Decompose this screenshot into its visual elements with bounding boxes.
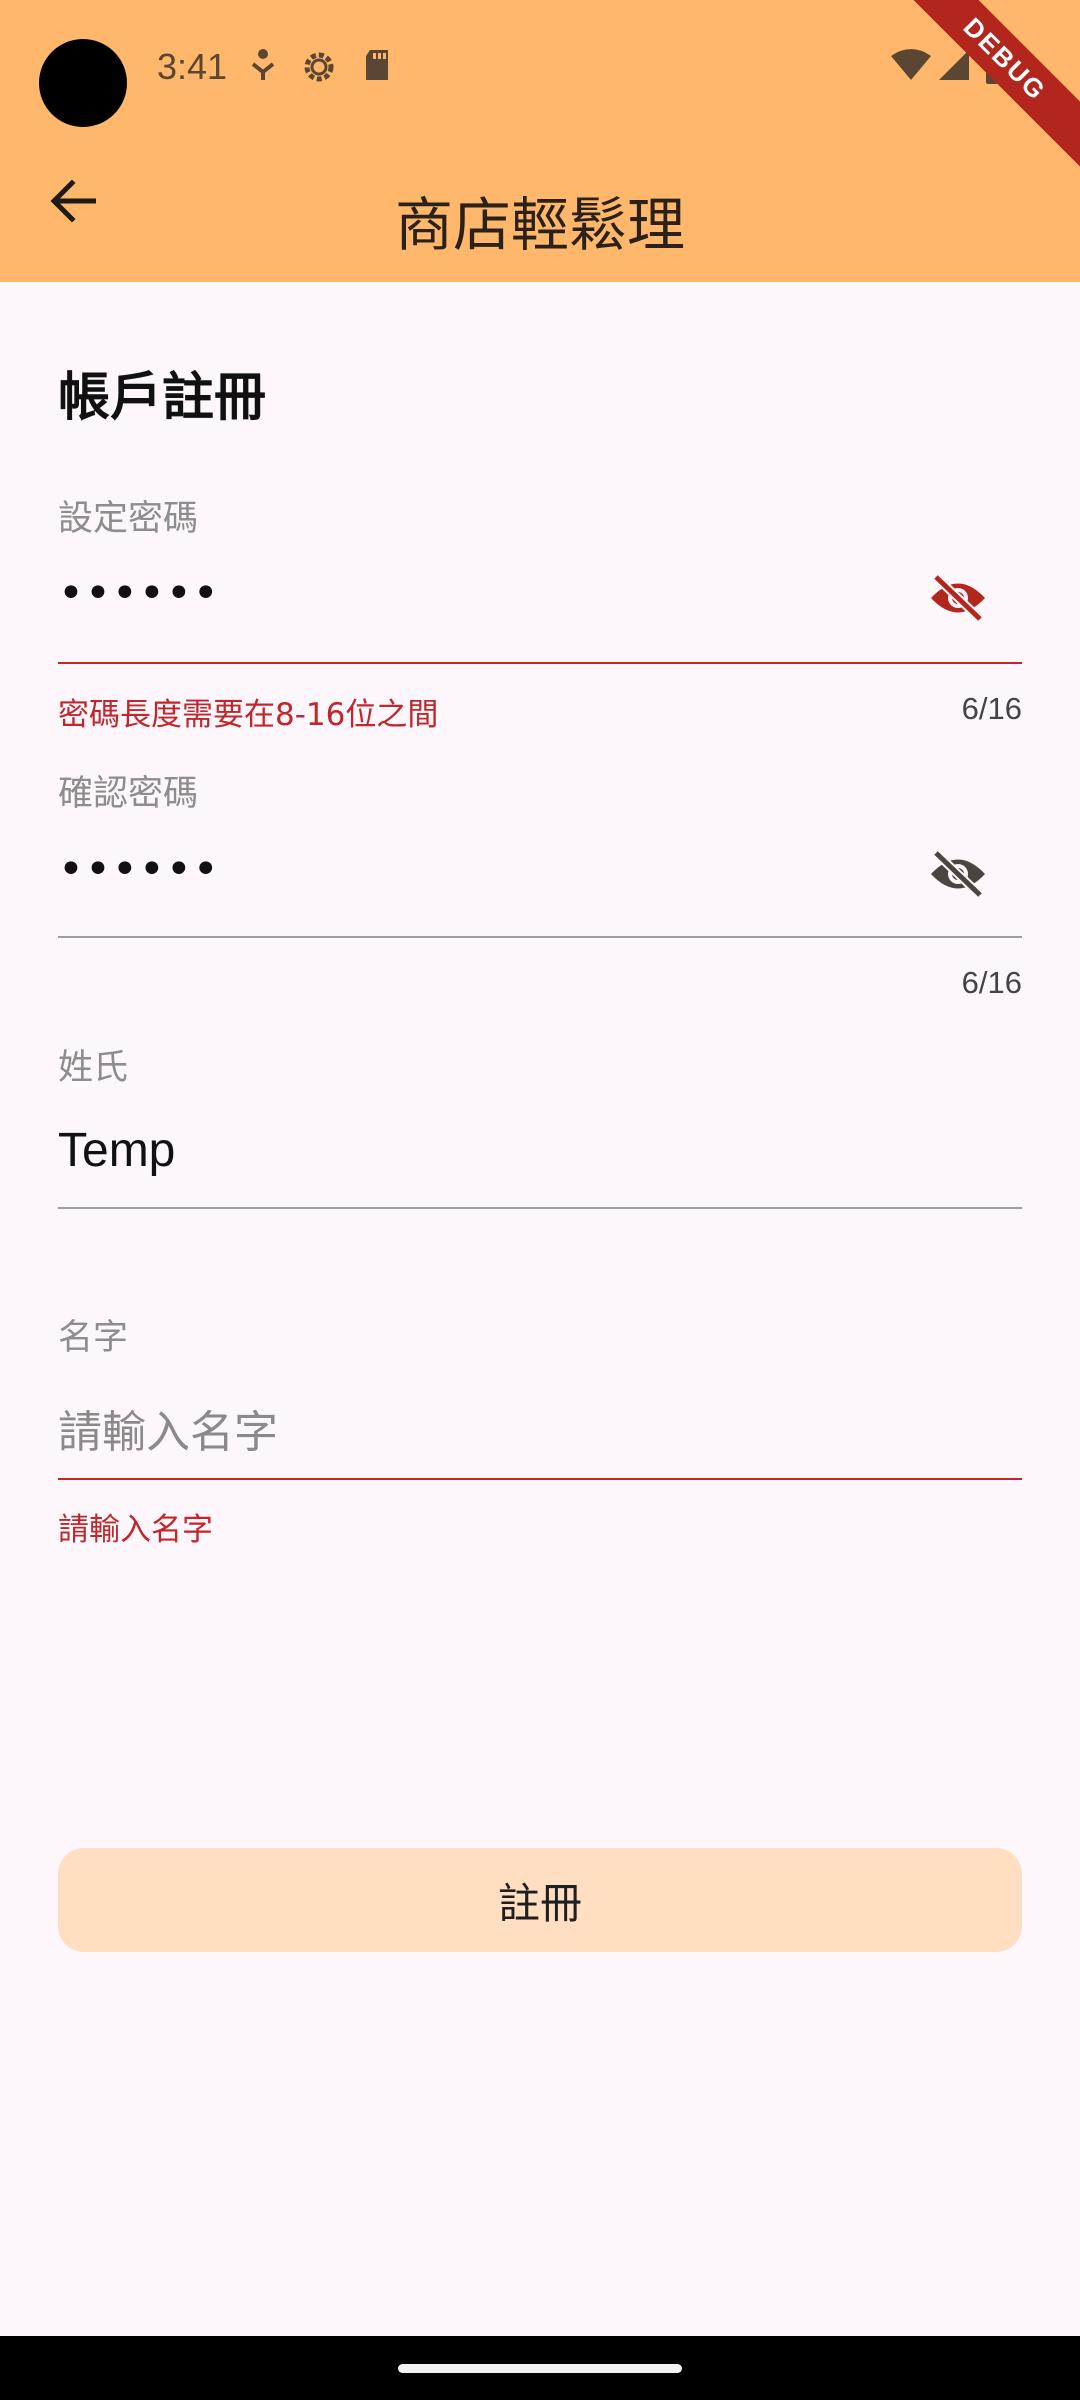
register-button[interactable]: 註冊 xyxy=(58,1848,1022,1952)
set-password-underline xyxy=(58,662,1022,664)
debug-banner: DEBUG xyxy=(886,0,1080,178)
visibility-off-icon xyxy=(928,849,988,903)
wifi-icon xyxy=(890,48,932,86)
set-password-counter: 6/16 xyxy=(961,691,1022,726)
sd-card-icon xyxy=(362,48,392,86)
app-title: 商店輕鬆理 xyxy=(394,191,685,259)
app-header: 3:41 DEBUG 商店輕鬆理 xyxy=(0,0,1080,282)
set-password-error: 密碼長度需要在8-16位之間 xyxy=(58,697,439,733)
confirm-password-underline xyxy=(58,936,1022,938)
given-name-underline xyxy=(58,1478,1022,1480)
accessibility-icon xyxy=(249,48,277,86)
surname-label: 姓氏 xyxy=(58,1048,129,1088)
set-password-input[interactable]: •••••• xyxy=(58,568,220,619)
cell-signal-icon xyxy=(937,48,971,86)
given-name-error: 請輸入名字 xyxy=(58,1512,213,1548)
status-time: 3:41 xyxy=(157,46,228,87)
register-button-label: 註冊 xyxy=(497,1878,582,1928)
settings-gear-icon xyxy=(300,48,338,90)
confirm-password-label: 確認密碼 xyxy=(58,774,199,814)
page-title: 帳戶註冊 xyxy=(58,368,267,428)
home-gesture-handle[interactable] xyxy=(398,2364,682,2373)
visibility-off-icon xyxy=(928,573,988,627)
surname-underline xyxy=(58,1207,1022,1209)
set-password-label: 設定密碼 xyxy=(58,499,199,539)
camera-cutout xyxy=(39,39,127,127)
confirm-password-input[interactable]: •••••• xyxy=(58,844,220,895)
confirm-password-counter: 6/16 xyxy=(961,965,1022,1000)
given-name-input[interactable]: 請輸入名字 xyxy=(58,1396,278,1460)
confirm-password-visibility-toggle[interactable] xyxy=(925,843,991,909)
set-password-visibility-toggle[interactable] xyxy=(925,567,991,633)
surname-input[interactable]: Temp xyxy=(58,1123,175,1178)
given-name-label: 名字 xyxy=(58,1318,129,1358)
